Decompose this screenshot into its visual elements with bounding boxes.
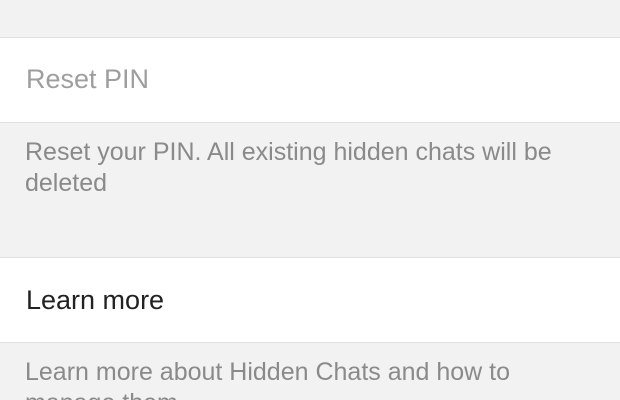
- reset-pin-description: Reset your PIN. All existing hidden chat…: [25, 138, 552, 197]
- reset-pin-row[interactable]: Reset PIN: [0, 38, 620, 123]
- reset-pin-label: Reset PIN: [26, 64, 150, 94]
- learn-more-row[interactable]: Learn more: [0, 257, 620, 343]
- section-spacer: [0, 0, 620, 38]
- learn-more-label: Learn more: [26, 285, 165, 315]
- hidden-chats-settings-screen: Reset PIN Reset your PIN. All existing h…: [0, 0, 620, 400]
- learn-more-description: Learn more about Hidden Chats and how to…: [25, 358, 511, 400]
